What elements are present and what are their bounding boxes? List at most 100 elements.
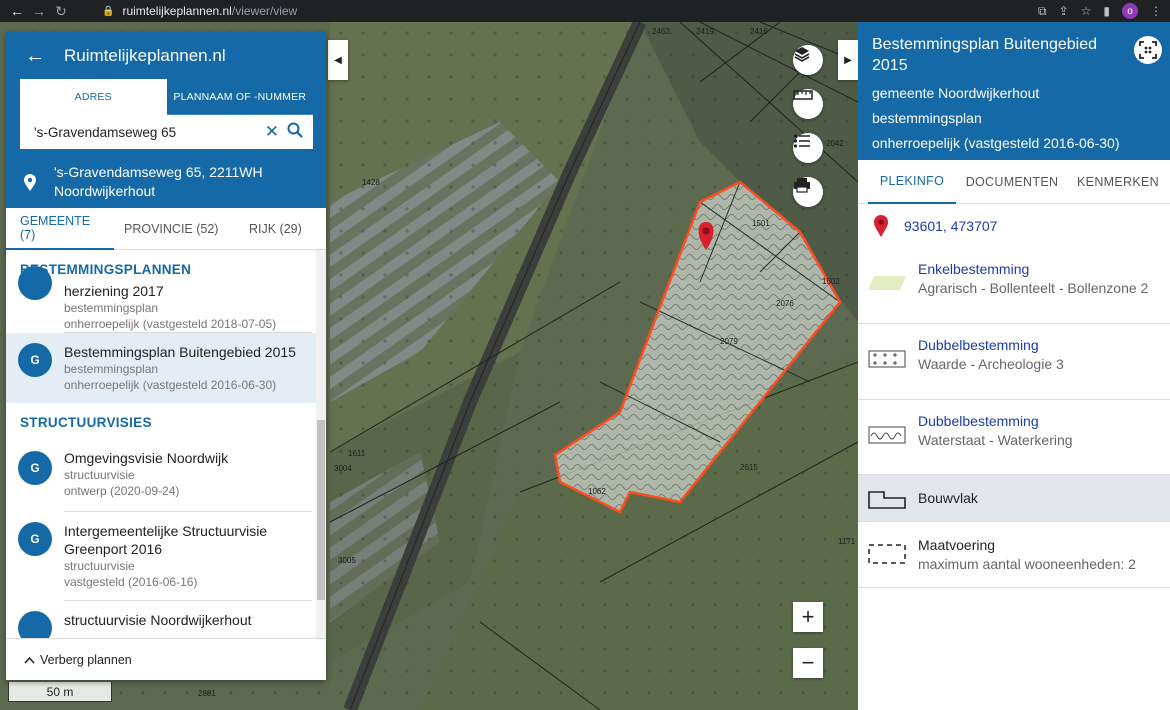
plan-name: structuurvisie Noordwijkerhout <box>64 612 252 628</box>
layers-button[interactable] <box>793 45 823 75</box>
tab-provincie[interactable]: PROVINCIE (52) <box>114 208 244 250</box>
legend-name[interactable]: Enkelbestemming <box>918 260 1170 279</box>
legend-item-maatvoering[interactable]: Maatvoering maximum aantal wooneenheden:… <box>858 522 1170 588</box>
fit-extent-icon <box>1139 41 1157 59</box>
legend-item-bouwvlak[interactable]: Bouwvlak <box>858 475 1170 522</box>
parcel-label: 2076 <box>776 299 794 308</box>
forward-arrow-icon[interactable]: → <box>28 3 50 19</box>
parcel-label: 1501 <box>752 219 770 228</box>
search-input-value[interactable]: 's-Gravendamseweg 65 <box>34 125 176 140</box>
hide-plans-button[interactable]: Verberg plannen <box>6 638 326 680</box>
address-line-1: 's-Gravendamseweg 65, 2211WH <box>54 164 263 180</box>
legend-item-waterkering[interactable]: Dubbelbestemming Waterstaat - Waterkerin… <box>858 400 1170 475</box>
legend-item-archeologie[interactable]: Dubbelbestemming Waarde - Archeologie 3 <box>858 324 1170 400</box>
plan-type: bestemmingsplan <box>64 301 159 315</box>
plan-type: structuurvisie <box>64 559 135 573</box>
plan-status: vastgesteld (2016-06-16) <box>64 575 198 589</box>
collapse-left-panel-button[interactable]: ◀ <box>328 40 348 80</box>
lock-icon[interactable]: 🔒 <box>102 6 114 17</box>
collapse-right-panel-button[interactable]: ▶ <box>838 40 858 80</box>
maatvoering-dashed-swatch <box>868 544 906 564</box>
legend-value: Agrarisch - Bollenteelt - Bollenzone 2 <box>918 280 1149 296</box>
gemeente-badge: G <box>18 343 52 377</box>
tab-documenten[interactable]: DOCUMENTEN <box>956 160 1068 204</box>
gemeente-badge <box>18 266 52 300</box>
bouwvlak-swatch <box>868 489 906 509</box>
scrollbar-thumb[interactable] <box>317 420 325 600</box>
legend-item-enkelbestemming[interactable]: Enkelbestemming Agrarisch - Bollenteelt … <box>858 248 1170 324</box>
star-icon[interactable]: ☆ <box>1081 4 1092 18</box>
list-item-selected[interactable]: G Bestemmingsplan Buitengebied 2015 best… <box>6 333 326 403</box>
menu-icon[interactable]: ⋮ <box>1150 4 1162 18</box>
translate-icon[interactable]: ⧉ <box>1038 4 1047 19</box>
scrollbar[interactable] <box>316 250 326 638</box>
parcel-label: 1171 <box>838 537 856 546</box>
list-item[interactable]: G Omgevingsvisie Noordwijk structuurvisi… <box>6 445 326 511</box>
legend-list-button[interactable] <box>793 133 823 163</box>
parcel-label: 2615 <box>740 463 758 472</box>
parcel-label: 2881 <box>198 689 216 698</box>
location-pin-icon <box>6 158 54 208</box>
tab-rijk[interactable]: RIJK (29) <box>244 208 302 250</box>
legend-name[interactable]: Dubbelbestemming <box>918 412 1170 431</box>
plan-info-tabs: PLEKINFO DOCUMENTEN KENMERKEN <box>858 160 1170 204</box>
layers-icon <box>794 47 810 62</box>
profile-avatar[interactable]: o <box>1122 3 1138 19</box>
legend-name[interactable]: Bouwvlak <box>918 489 1170 508</box>
map-marker-icon <box>858 214 904 238</box>
plan-name-line-2: Greenport 2016 <box>64 541 163 557</box>
url-domain[interactable]: ruimtelijkeplannen.nl <box>122 4 231 18</box>
legend-name[interactable]: Maatvoering <box>918 536 1170 555</box>
gemeente-badge: G <box>18 522 52 556</box>
tab-plekinfo[interactable]: PLEKINFO <box>868 160 956 204</box>
coordinates-row: 93601, 473707 <box>858 204 1170 248</box>
plan-info-panel: Bestemmingsplan Buitengebied 2015 gemeen… <box>858 22 1170 710</box>
zoom-out-button[interactable]: − <box>793 648 823 678</box>
back-arrow-icon[interactable]: ← <box>6 3 28 19</box>
parcel-label: 1502 <box>822 277 840 286</box>
legend-value: Waterstaat - Waterkering <box>918 432 1073 448</box>
enkelbestemming-swatch <box>868 274 906 292</box>
print-button[interactable] <box>793 177 823 207</box>
waterkering-wave-swatch <box>868 426 906 444</box>
gemeente-badge <box>18 611 52 638</box>
hide-plans-label: Verberg plannen <box>40 652 132 667</box>
plan-title: Bestemmingsplan Buitengebied 2015 <box>872 36 1098 74</box>
zoom-in-button[interactable]: + <box>793 602 823 632</box>
coordinates[interactable]: 93601, 473707 <box>904 218 997 234</box>
tab-gemeente[interactable]: GEMEENTE (7) <box>6 208 114 250</box>
reload-icon[interactable]: ↻ <box>50 3 72 20</box>
tab-adres[interactable]: ADRES <box>20 79 167 115</box>
legend-name[interactable]: Dubbelbestemming <box>918 336 1170 355</box>
url-path[interactable]: /viewer/view <box>232 4 297 18</box>
share-icon[interactable]: ⇪ <box>1059 4 1069 18</box>
plan-list: BESTEMMINGSPLANNEN herziening 2017 beste… <box>6 250 326 638</box>
parcel-label: 1611 <box>348 449 366 458</box>
plan-type: bestemmingsplan <box>872 110 982 126</box>
measure-button[interactable] <box>793 89 823 119</box>
search-mode-tabs: ADRES PLANNAAM OF -NUMMER <box>20 79 313 115</box>
fit-plan-button[interactable] <box>1134 36 1162 64</box>
back-arrow-icon[interactable]: ← <box>6 45 64 68</box>
tab-kenmerken[interactable]: KENMERKEN <box>1068 160 1168 204</box>
list-item[interactable]: structuurvisie Noordwijkerhout <box>6 601 326 638</box>
browser-toolbar: ← → ↻ 🔒 ruimtelijkeplannen.nl/viewer/vie… <box>0 0 1170 22</box>
plan-name: Omgevingsvisie Noordwijk <box>64 450 229 466</box>
chevron-up-icon <box>24 653 35 667</box>
printer-icon <box>794 178 810 193</box>
parcel-label: 1428 <box>362 178 380 187</box>
jurisdiction-tabs: GEMEENTE (7) PROVINCIE (52) RIJK (29) <box>6 208 326 250</box>
parcel-label: 2419 <box>696 27 714 36</box>
tab-plannaam[interactable]: PLANNAAM OF -NUMMER <box>166 79 313 115</box>
sidebar-icon[interactable]: ▮ <box>1103 4 1110 18</box>
address-search-input[interactable]: 's-Gravendamseweg 65 ✕ <box>20 115 313 149</box>
parcel-label: 2416 <box>750 27 768 36</box>
plan-info-header: Bestemmingsplan Buitengebied 2015 gemeen… <box>858 22 1170 160</box>
clear-icon[interactable]: ✕ <box>265 122 279 142</box>
search-icon[interactable] <box>287 122 303 141</box>
app-title: Ruimtelijkeplannen.nl <box>64 46 226 65</box>
parcel-label: 3005 <box>338 556 356 565</box>
selected-address: 's-Gravendamseweg 65, 2211WH Noordwijker… <box>6 158 326 208</box>
list-item[interactable]: herziening 2017 bestemmingsplan onherroe… <box>6 266 326 332</box>
list-item[interactable]: G Intergemeentelijke Structuurvisie Gree… <box>6 512 326 600</box>
